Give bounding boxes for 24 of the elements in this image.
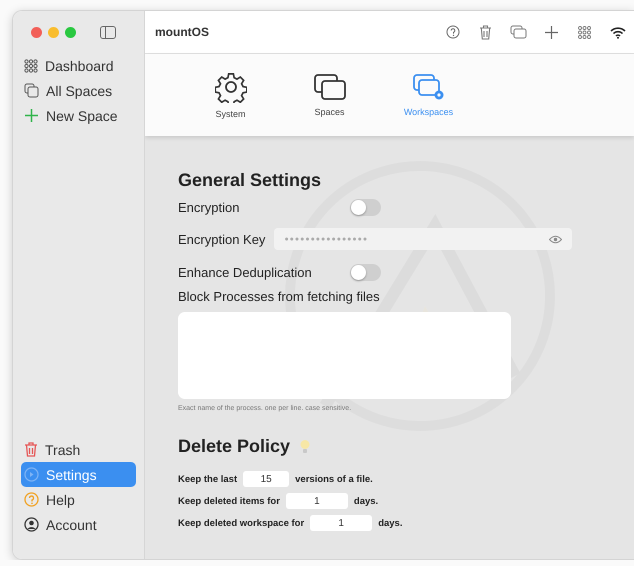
setting-label: Encryption Key — [178, 232, 266, 246]
policy-label: Keep the last — [178, 474, 238, 484]
window-title: mountOS — [155, 25, 210, 39]
number-field[interactable]: 1 — [310, 515, 372, 531]
section-heading: Delete Policy — [178, 436, 290, 457]
number-field[interactable]: 1 — [286, 493, 348, 509]
policy-label: Keep deleted workspace for — [178, 518, 304, 528]
sidebar-item[interactable]: New Space — [21, 103, 136, 128]
policy-label: days. — [354, 496, 378, 506]
policy-label: Keep deleted items for — [178, 496, 280, 506]
sidebar-item[interactable]: Account — [21, 512, 136, 537]
tab[interactable]: System — [181, 54, 280, 136]
policy-label: versions of a file. — [295, 474, 373, 484]
sidebar-item[interactable]: Dashboard — [21, 53, 136, 78]
setting-label: Block Processes from fetching files — [178, 289, 380, 304]
setting-label: Enhance Deduplication — [178, 265, 313, 280]
setting-label: Encryption — [178, 200, 240, 215]
section-heading: General Settings — [178, 170, 322, 191]
policy-label: days. — [378, 518, 402, 528]
sidebar-item[interactable]: Help — [21, 487, 136, 512]
sidebar-item[interactable]: Trash — [21, 437, 136, 462]
sidebar-item[interactable]: All Spaces — [21, 78, 136, 103]
tab[interactable]: Spaces — [280, 54, 379, 136]
number-field[interactable]: 15 — [243, 471, 290, 487]
